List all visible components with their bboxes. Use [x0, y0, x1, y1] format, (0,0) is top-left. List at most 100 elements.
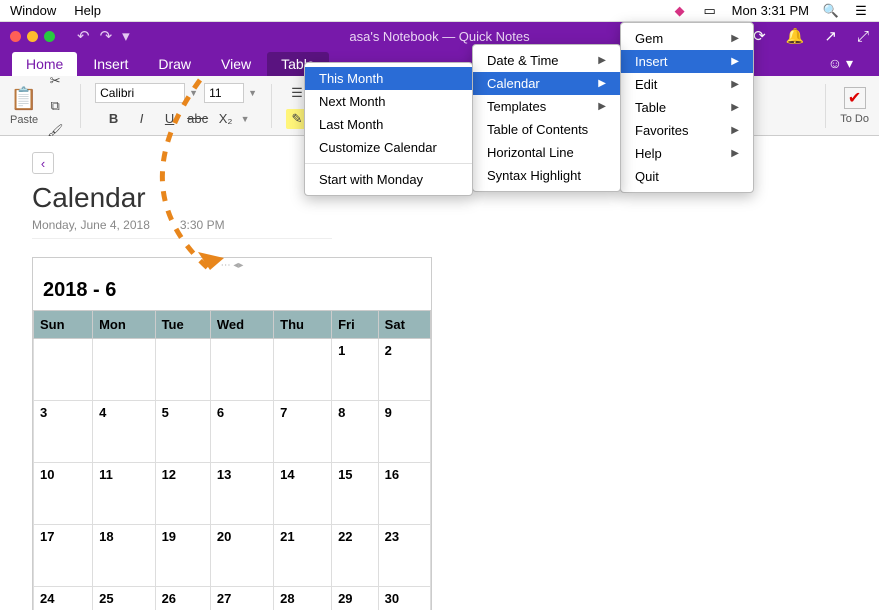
gem-menu[interactable]: Gem▶Insert▶Edit▶Table▶Favorites▶Help▶Qui… [620, 22, 754, 193]
calendar-cell[interactable] [155, 339, 210, 401]
redo-icon[interactable]: ↷ [100, 27, 113, 45]
menu-item[interactable]: Edit▶ [621, 73, 753, 96]
tab-draw[interactable]: Draw [144, 52, 205, 76]
menu-item[interactable]: Horizontal Line [473, 141, 620, 164]
bold-button[interactable]: B [103, 109, 125, 129]
font-size-input[interactable] [204, 83, 244, 103]
calendar-cell[interactable]: 20 [210, 525, 273, 587]
minimize-window-icon[interactable] [27, 31, 38, 42]
mac-menu-window[interactable]: Window [10, 3, 56, 18]
calendar-cell[interactable]: 6 [210, 401, 273, 463]
chevron-down-icon[interactable]: ▼ [248, 88, 257, 98]
qat-customize-icon[interactable]: ▾ [122, 27, 130, 45]
fullscreen-icon[interactable]: ⤢ [857, 28, 869, 45]
calendar-container[interactable]: ⋯ ◂▸ 2018 - 6 SunMonTueWedThuFriSat 1234… [32, 257, 432, 610]
menu-item[interactable]: Quit [621, 165, 753, 188]
window-controls[interactable] [10, 31, 55, 42]
calendar-cell[interactable]: 5 [155, 401, 210, 463]
menu-item[interactable]: Customize Calendar [305, 136, 472, 159]
menu-item[interactable]: Table▶ [621, 96, 753, 119]
calendar-cell[interactable]: 22 [332, 525, 379, 587]
todo-button[interactable]: ✔ To Do [840, 87, 869, 125]
menu-item-label: Table of Contents [487, 122, 588, 137]
calendar-cell[interactable]: 27 [210, 587, 273, 610]
calendar-cell[interactable]: 24 [34, 587, 93, 610]
menu-item[interactable]: Start with Monday [305, 168, 472, 191]
calendar-cell[interactable]: 7 [274, 401, 332, 463]
calendar-cell[interactable]: 15 [332, 463, 379, 525]
page-area[interactable]: ‹ Calendar Monday, June 4, 2018 3:30 PM … [0, 136, 879, 610]
italic-button[interactable]: I [131, 109, 153, 129]
menu-item[interactable]: Last Month [305, 113, 472, 136]
calendar-cell[interactable]: 17 [34, 525, 93, 587]
calendar-cell[interactable]: 11 [93, 463, 155, 525]
subscript-button[interactable]: X₂ [215, 109, 237, 129]
tab-view[interactable]: View [207, 52, 265, 76]
menu-item[interactable]: Help▶ [621, 142, 753, 165]
menu-item[interactable]: Templates▶ [473, 95, 620, 118]
calendar-cell[interactable]: 21 [274, 525, 332, 587]
font-name-input[interactable] [95, 83, 185, 103]
calendar-cell[interactable]: 1 [332, 339, 379, 401]
share-icon[interactable]: ↗ [824, 27, 837, 45]
zoom-window-icon[interactable] [44, 31, 55, 42]
calendar-cell[interactable]: 28 [274, 587, 332, 610]
menu-item[interactable]: Next Month [305, 90, 472, 113]
calendar-cell[interactable]: 12 [155, 463, 210, 525]
calendar-title: 2018 - 6 [33, 271, 431, 310]
underline-button[interactable]: U [159, 109, 181, 129]
paste-button[interactable]: 📋 Paste [10, 86, 38, 126]
calendar-cell[interactable]: 2 [378, 339, 430, 401]
calendar-cell[interactable] [34, 339, 93, 401]
menu-item[interactable]: Calendar▶ [473, 72, 620, 95]
checkbox-icon: ✔ [844, 87, 866, 109]
calendar-cell[interactable]: 9 [378, 401, 430, 463]
calendar-cell[interactable] [93, 339, 155, 401]
spotlight-icon[interactable]: 🔍 [823, 3, 839, 19]
close-window-icon[interactable] [10, 31, 21, 42]
menu-item-label: Start with Monday [319, 172, 423, 187]
calendar-cell[interactable]: 18 [93, 525, 155, 587]
menu-item[interactable]: Table of Contents [473, 118, 620, 141]
strikethrough-button[interactable]: abc [187, 109, 209, 129]
chevron-down-icon[interactable]: ▼ [189, 88, 198, 98]
gem-icon[interactable]: ◆ [672, 3, 688, 19]
calendar-cell[interactable]: 30 [378, 587, 430, 610]
sync-icon[interactable]: ⟳ [753, 27, 766, 45]
calendar-cell[interactable]: 23 [378, 525, 430, 587]
calendar-cell[interactable] [210, 339, 273, 401]
calendar-cell[interactable]: 29 [332, 587, 379, 610]
calendar-cell[interactable]: 13 [210, 463, 273, 525]
container-handle-icon[interactable]: ⋯ ◂▸ [33, 260, 431, 271]
menu-item[interactable]: This Month [305, 67, 472, 90]
undo-icon[interactable]: ↶ [77, 27, 90, 45]
tab-insert[interactable]: Insert [79, 52, 142, 76]
menu-item[interactable]: Favorites▶ [621, 119, 753, 142]
control-center-icon[interactable]: ☰ [853, 3, 869, 19]
chevron-down-icon[interactable]: ▼ [241, 114, 250, 124]
calendar-cell[interactable]: 16 [378, 463, 430, 525]
calendar-cell[interactable]: 14 [274, 463, 332, 525]
calendar-cell[interactable]: 8 [332, 401, 379, 463]
calendar-cell[interactable]: 3 [34, 401, 93, 463]
menu-item[interactable]: Syntax Highlight [473, 164, 620, 187]
mac-menu-help[interactable]: Help [74, 3, 101, 18]
calendar-cell[interactable] [274, 339, 332, 401]
smiley-feedback-icon[interactable]: ☺ ▾ [814, 51, 867, 76]
menu-item-label: Gem [635, 31, 663, 46]
screencast-icon[interactable]: ▭ [702, 3, 718, 19]
cut-icon[interactable]: ✂ [44, 71, 66, 91]
back-button[interactable]: ‹ [32, 152, 54, 174]
copy-icon[interactable]: ⧉ [44, 96, 66, 116]
menu-item[interactable]: Gem▶ [621, 27, 753, 50]
calendar-cell[interactable]: 26 [155, 587, 210, 610]
calendar-cell[interactable]: 10 [34, 463, 93, 525]
calendar-cell[interactable]: 19 [155, 525, 210, 587]
menu-item[interactable]: Insert▶ [621, 50, 753, 73]
insert-submenu[interactable]: Date & Time▶Calendar▶Templates▶ Table of … [472, 44, 621, 192]
calendar-cell[interactable]: 4 [93, 401, 155, 463]
calendar-cell[interactable]: 25 [93, 587, 155, 610]
menu-item[interactable]: Date & Time▶ [473, 49, 620, 72]
notifications-icon[interactable]: 🔔 [786, 27, 805, 45]
calendar-submenu[interactable]: This MonthNext MonthLast MonthCustomize … [304, 62, 473, 196]
